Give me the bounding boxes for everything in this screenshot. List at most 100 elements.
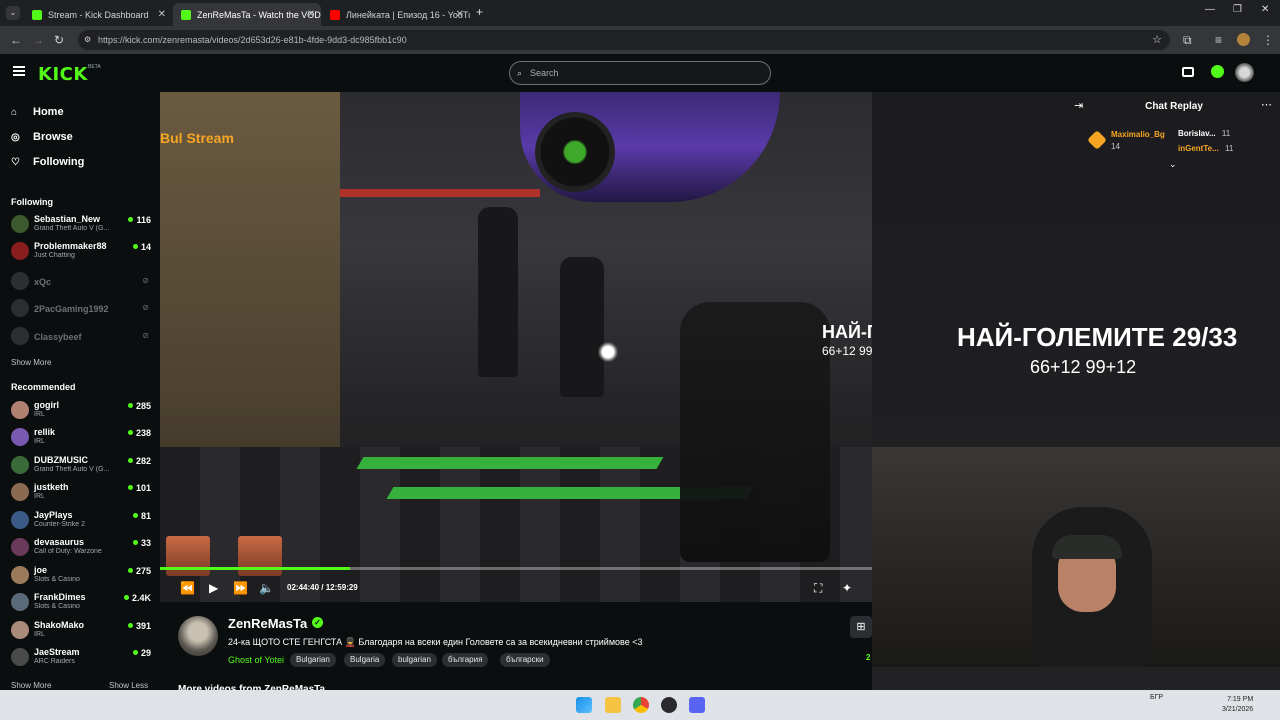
beta-badge: BETA [88, 64, 101, 70]
leaderboard-entry[interactable]: inGentTe... 11 [1178, 144, 1233, 153]
obs-icon[interactable] [661, 697, 677, 713]
progress-bar[interactable] [160, 567, 872, 570]
channel-category: Grand Theft Auto V (G... [34, 466, 110, 473]
volume-icon[interactable]: 🔈 [259, 581, 274, 595]
channel-category: IRL [34, 438, 45, 445]
leaderboard-entry[interactable]: Maximalio_Bg [1111, 130, 1165, 139]
recommended-channel[interactable]: devasaurus Call of Duty: Warzone 33 [11, 535, 151, 561]
following-channel-offline[interactable]: Classybeef ⊘ [11, 324, 151, 350]
recommended-channel[interactable]: ShakoMako IRL 391 [11, 618, 151, 644]
streamer-avatar[interactable] [178, 616, 218, 656]
show-less-button[interactable]: Show Less [109, 681, 148, 690]
following-heading: Following [11, 197, 53, 207]
tag[interactable]: български [500, 653, 550, 667]
windows-start-icon[interactable] [576, 697, 592, 713]
avatar [11, 593, 29, 611]
new-tab-button[interactable]: + [476, 5, 483, 19]
window-close-icon[interactable]: ✕ [1261, 4, 1269, 15]
browser-tab-2[interactable]: Линейката | Епизод 16 - YouTu ✕ [322, 3, 470, 26]
following-channel-offline[interactable]: xQc ⊘ [11, 269, 151, 295]
leaderboard-user: Maximalio_Bg [1111, 130, 1165, 139]
play-icon[interactable]: ▶ [209, 581, 218, 595]
video-player[interactable]: Bul Stream НАЙ-ГОЛЕМИТЕ 29/33 66+12 99+1… [160, 92, 872, 602]
following-channel[interactable]: Sebastian_New Grand Theft Auto V (G... 1… [11, 212, 151, 238]
hamburger-menu-icon[interactable] [13, 66, 25, 76]
chat-options-icon[interactable]: ⋯ [1261, 98, 1272, 111]
tag[interactable]: Bulgarian [290, 653, 336, 667]
recommended-channel[interactable]: joe Slots & Casino 275 [11, 563, 151, 589]
kick-logo[interactable]: KICK [38, 64, 88, 85]
minimize-icon[interactable]: — [1205, 4, 1215, 15]
close-icon[interactable]: ✕ [158, 9, 166, 20]
leaderboard-count: 14 [1111, 142, 1120, 151]
site-info-icon[interactable]: ⚙ [84, 30, 91, 50]
channel-category: IRL [34, 493, 45, 500]
fast-forward-icon[interactable]: ⏩ [233, 581, 248, 595]
back-icon[interactable]: ← [10, 33, 22, 47]
browser-menu-icon[interactable]: ⋮ [1262, 33, 1274, 47]
forward-icon[interactable]: → [32, 33, 44, 47]
search-input[interactable]: ⌕ Search [509, 61, 771, 85]
sparkle-icon[interactable]: ✦ [842, 581, 852, 595]
recommended-channel[interactable]: DUBZMUSIC Grand Theft Auto V (G... 282 [11, 453, 151, 479]
avatar [11, 242, 29, 260]
channel-name: DUBZMUSIC [34, 455, 88, 465]
chrome-icon[interactable] [633, 697, 649, 713]
nav-home-label: Home [33, 106, 64, 118]
recommended-channel[interactable]: JayPlays Counter-Strike 2 81 [11, 508, 151, 534]
kick-status-icon[interactable] [1211, 65, 1224, 78]
close-icon[interactable]: ✕ [456, 9, 464, 20]
recommended-channel[interactable]: rellik IRL 238 [11, 425, 151, 451]
maximize-icon[interactable]: ❐ [1233, 4, 1242, 15]
streamer-name[interactable]: ZenReMasTa [228, 616, 307, 631]
media-control-icon[interactable]: ≡ [1215, 33, 1222, 47]
expand-leaderboard-icon[interactable]: ⌄ [1169, 159, 1177, 170]
video-right-area [872, 92, 1280, 690]
clip-icon[interactable]: ⛶ [814, 581, 822, 596]
language-indicator[interactable]: БГР [1150, 694, 1163, 701]
avatar [11, 428, 29, 446]
profile-avatar[interactable] [1237, 33, 1250, 46]
recommended-channel[interactable]: gogirl IRL 285 [11, 398, 151, 424]
recommended-channel[interactable]: JaeStream ARC Raiders 29 [11, 645, 151, 671]
clock[interactable]: 7:19 PM 3/21/2026 [1222, 695, 1253, 715]
gift-button[interactable]: ⊞ [850, 616, 872, 638]
tag[interactable]: bulgarian [392, 653, 437, 667]
video-scene-person [478, 207, 518, 377]
url-field[interactable]: ⚙ https://kick.com/zenremasta/videos/2d6… [78, 30, 1170, 50]
bookmark-star-icon[interactable]: ☆ [1152, 30, 1162, 50]
nav-browse[interactable]: ◎ Browse [11, 131, 73, 143]
viewer-count: 275 [128, 566, 151, 576]
channel-category: ARC Raiders [34, 658, 75, 665]
category-link[interactable]: Ghost of Yotei [228, 655, 284, 665]
close-icon[interactable]: ✕ [307, 9, 315, 20]
browser-tab-1[interactable]: ZenReMasTa - Watch the VOD ✕ [173, 3, 321, 26]
clips-icon[interactable] [1182, 67, 1194, 77]
overlay-title-small: НАЙ-ГОЛЕМИТЕ 29/33 [822, 322, 872, 342]
leaderboard-user: Borislav... [1178, 129, 1216, 138]
tab-search-button[interactable]: ⌄ [6, 6, 20, 20]
show-more-following-button[interactable]: Show More [11, 358, 51, 367]
extensions-icon[interactable]: ⧉ [1183, 33, 1192, 48]
discord-icon[interactable] [689, 697, 705, 713]
recommended-channel[interactable]: justketh IRL 101 [11, 480, 151, 506]
overlay-brand: Bul Stream [160, 130, 234, 146]
tag[interactable]: българия [442, 653, 489, 667]
browser-tab-0[interactable]: Stream - Kick Dashboard ✕ [24, 3, 172, 26]
recommended-channel[interactable]: FrankDimes Slots & Casino 2.4K [11, 590, 151, 616]
reload-icon[interactable]: ↻ [54, 33, 64, 47]
user-avatar[interactable] [1235, 63, 1254, 82]
rewind-icon[interactable]: ⏪ [180, 581, 195, 595]
nav-following[interactable]: ♡ Following [11, 156, 84, 168]
show-more-recommended-button[interactable]: Show More [11, 681, 51, 690]
channel-name: JaeStream [34, 647, 80, 657]
following-channel-offline[interactable]: 2PacGaming1992 ⊘ [11, 296, 151, 322]
following-channel[interactable]: Problemmaker88 Just Chatting 14 [11, 239, 151, 265]
tag[interactable]: Bulgaria [344, 653, 386, 667]
leaderboard-entry[interactable]: Borislav... 11 [1178, 129, 1230, 138]
leaderboard-count: 11 [1224, 144, 1234, 153]
nav-home[interactable]: ⌂ Home [11, 106, 64, 118]
file-explorer-icon[interactable] [605, 697, 621, 713]
heart-icon: ♡ [11, 156, 20, 168]
system-tray[interactable]: БГР [1150, 694, 1163, 701]
